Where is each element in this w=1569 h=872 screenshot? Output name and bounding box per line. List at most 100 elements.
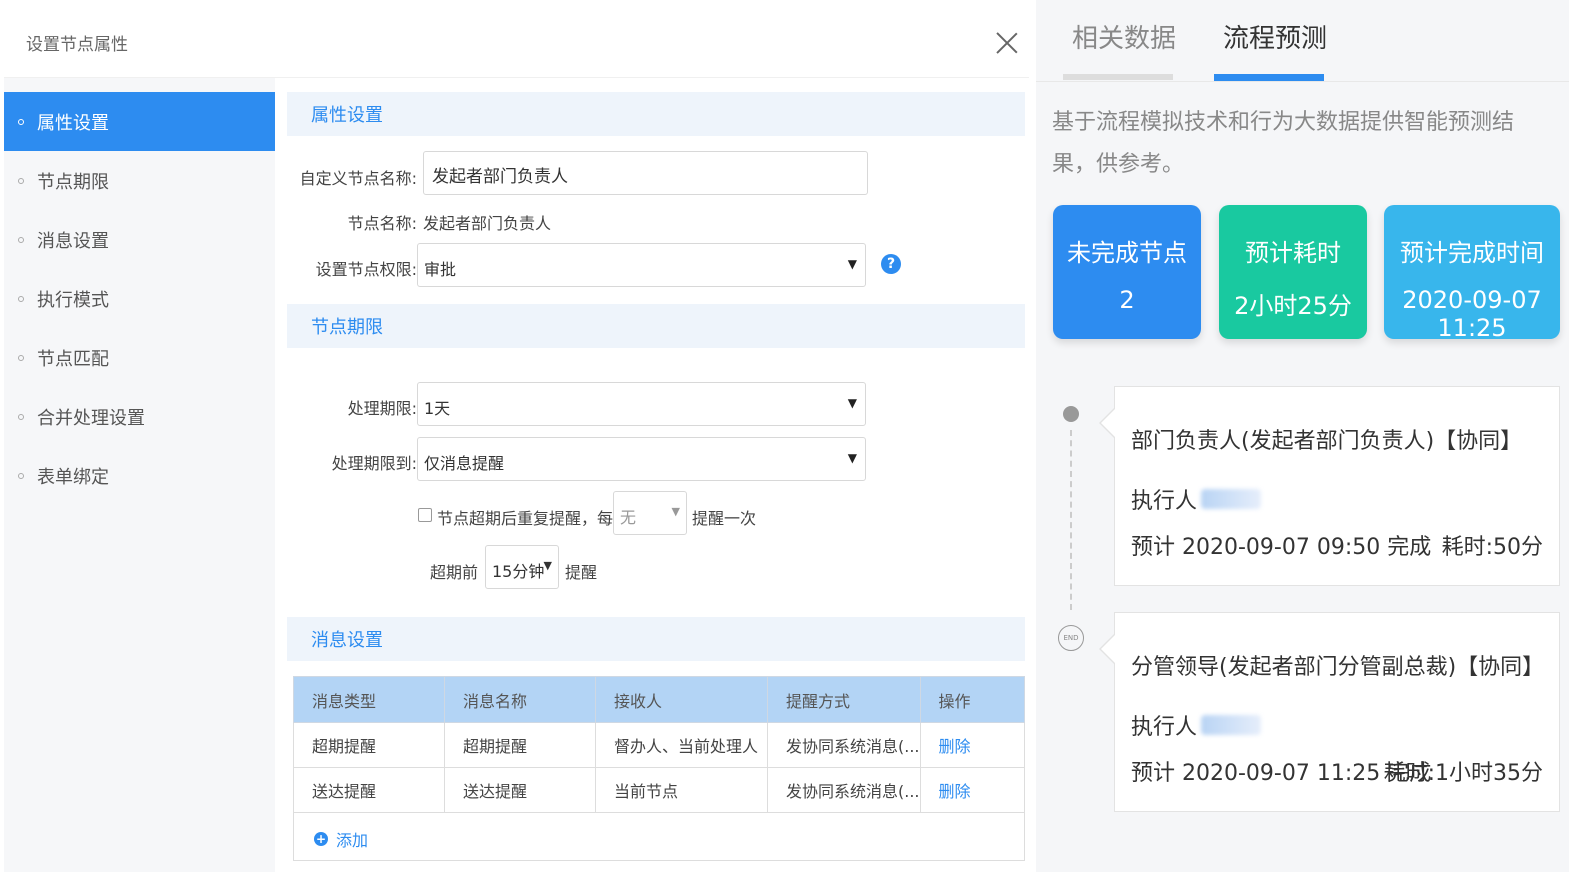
period-to-select[interactable]: 仅消息提醒 ▼ (417, 437, 866, 481)
timeline-executor: 执行人 (1131, 709, 1262, 741)
bullet-icon (18, 237, 24, 243)
section-title-message: 消息设置 (287, 617, 1025, 661)
add-message-button[interactable]: + 添加 (314, 827, 368, 851)
dialog-header: 设置节点属性 (4, 4, 1029, 78)
executor-label: 执行人 (1131, 715, 1198, 740)
node-name-value: 发起者部门负责人 (423, 214, 552, 233)
tab-related-data[interactable]: 相关数据 (1072, 18, 1176, 55)
before-deadline-label: 超期前 (430, 563, 479, 582)
column-header: 操作 (919, 676, 1026, 723)
column-header: 接收人 (595, 676, 768, 723)
repeat-remind-checkbox[interactable] (418, 508, 432, 522)
card-estimated-time: 预计耗时 2小时25分 (1219, 205, 1367, 339)
prediction-panel: 相关数据 流程预测 基于流程模拟技术和行为大数据提供智能预测结果，供参考。 未完… (1036, 0, 1569, 872)
chevron-down-icon: ▼ (671, 505, 680, 518)
timeline-node-title: 分管领导(发起者部门分管副总裁)【协同】 (1131, 655, 1545, 680)
timeline-dot-icon (1063, 406, 1079, 422)
table-cell: 当前节点 (595, 767, 768, 813)
card-title: 未完成节点 (1067, 239, 1187, 267)
delete-link[interactable]: 删除 (919, 722, 1026, 768)
tab-process-prediction[interactable]: 流程预测 (1223, 18, 1327, 55)
timeline-node-title: 部门负责人(发起者部门负责人)【协同】 (1131, 429, 1523, 454)
card-title: 预计完成时间 (1400, 239, 1544, 267)
timeline-card: 分管领导(发起者部门分管副总裁)【协同】 执行人 预计 2020-09-07 1… (1099, 612, 1560, 812)
card-value: 2小时25分 (1234, 292, 1352, 320)
chevron-down-icon: ▼ (543, 559, 552, 572)
table-row: 超期提醒 超期提醒 督办人、当前处理人 发协同系统消息(... 删除 (293, 722, 1026, 768)
period-select[interactable]: 1天 ▼ (417, 382, 866, 426)
sidebar-item-label: 消息设置 (37, 230, 109, 252)
bullet-icon (18, 355, 24, 361)
help-icon[interactable]: ? (881, 254, 901, 274)
sidebar-item-exec-mode[interactable]: 执行模式 (4, 269, 275, 328)
timeline-executor: 执行人 (1131, 483, 1262, 515)
timeline-cost: 耗时:1小时35分 (1383, 761, 1543, 786)
column-header: 消息名称 (444, 676, 596, 723)
timeline-line (1070, 430, 1072, 610)
period-to-label: 处理期限到: (331, 454, 417, 473)
repeat-remind-suffix: 提醒一次 (692, 509, 757, 528)
repeat-interval-value: 无 (620, 508, 637, 527)
custom-name-input[interactable]: 发起者部门负责人 (423, 151, 868, 195)
sidebar-item-label: 表单绑定 (37, 466, 109, 488)
table-row: 送达提醒 送达提醒 当前节点 发协同系统消息(... 删除 (293, 767, 1026, 813)
table-cell: 超期提醒 (293, 722, 445, 768)
permission-label: 设置节点权限: (315, 260, 417, 279)
period-to-value: 仅消息提醒 (424, 454, 505, 473)
sidebar-item-form-binding[interactable]: 表单绑定 (4, 446, 275, 505)
permission-select[interactable]: 审批 ▼ (417, 243, 866, 287)
tab-active-indicator (1214, 74, 1324, 81)
column-header: 消息类型 (293, 676, 445, 723)
sidebar-item-label: 属性设置 (37, 112, 109, 134)
sidebar-item-label: 合并处理设置 (37, 407, 145, 429)
column-header: 提醒方式 (767, 676, 921, 723)
bullet-icon (18, 296, 24, 302)
table-cell: 超期提醒 (444, 722, 596, 768)
chevron-down-icon: ▼ (847, 257, 857, 271)
chevron-down-icon: ▼ (847, 451, 857, 465)
repeat-remind-label: 节点超期后重复提醒，每 (437, 509, 614, 528)
table-cell: 送达提醒 (293, 767, 445, 813)
card-value: 2020-09-07 11:25 (1402, 286, 1542, 342)
permission-value: 审批 (424, 260, 457, 279)
plus-circle-icon: + (314, 832, 328, 846)
message-table: 消息类型 消息名称 接收人 提醒方式 操作 超期提醒 超期提醒 督办人、当前处理… (293, 676, 1026, 813)
sidebar-item-deadline[interactable]: 节点期限 (4, 151, 275, 210)
section-title-attributes: 属性设置 (287, 92, 1025, 136)
sidebar-item-attributes[interactable]: 属性设置 (4, 92, 275, 151)
sidebar-item-merge[interactable]: 合并处理设置 (4, 387, 275, 446)
bullet-icon (18, 119, 24, 125)
card-estimated-finish: 预计完成时间 2020-09-07 11:25 (1384, 205, 1560, 342)
repeat-interval-select[interactable]: 无 ▼ (613, 491, 687, 535)
sidebar-item-label: 执行模式 (37, 289, 109, 311)
card-title: 预计耗时 (1245, 239, 1341, 267)
end-node-icon: END (1058, 625, 1084, 651)
executor-label: 执行人 (1131, 489, 1198, 514)
timeline-card: 部门负责人(发起者部门负责人)【协同】 执行人 预计 2020-09-07 09… (1099, 386, 1560, 586)
settings-sidebar: 属性设置 节点期限 消息设置 执行模式 节点匹配 合并处理设置 表单绑定 (4, 78, 275, 872)
close-icon[interactable] (992, 28, 1022, 58)
sidebar-item-label: 节点匹配 (37, 348, 109, 370)
settings-main: 属性设置 自定义节点名称: 发起者部门负责人 节点名称: 发起者部门负责人 设置… (275, 78, 1029, 872)
sidebar-item-message[interactable]: 消息设置 (4, 210, 275, 269)
table-cell: 发协同系统消息(... (767, 767, 921, 813)
before-deadline-select[interactable]: 15分钟 ▼ (485, 545, 559, 589)
before-deadline-value: 15分钟 (492, 562, 545, 581)
delete-link[interactable]: 删除 (919, 767, 1026, 813)
timeline-estimate: 预计 2020-09-07 09:50 完成 (1131, 535, 1432, 560)
sidebar-item-label: 节点期限 (37, 171, 109, 193)
period-label: 处理期限: (347, 399, 417, 418)
table-cell: 送达提醒 (444, 767, 596, 813)
bullet-icon (18, 178, 24, 184)
blurred-name (1201, 489, 1262, 509)
add-label: 添加 (336, 831, 369, 850)
tab-underline (1063, 74, 1173, 80)
sidebar-item-node-match[interactable]: 节点匹配 (4, 328, 275, 387)
chevron-down-icon: ▼ (847, 396, 857, 410)
section-title-deadline: 节点期限 (287, 304, 1025, 348)
table-cell: 发协同系统消息(... (767, 722, 921, 768)
table-cell: 督办人、当前处理人 (595, 722, 768, 768)
card-unfinished-nodes: 未完成节点 2 (1053, 205, 1201, 339)
timeline-cost: 耗时:50分 (1441, 535, 1543, 560)
blurred-name (1201, 715, 1262, 735)
